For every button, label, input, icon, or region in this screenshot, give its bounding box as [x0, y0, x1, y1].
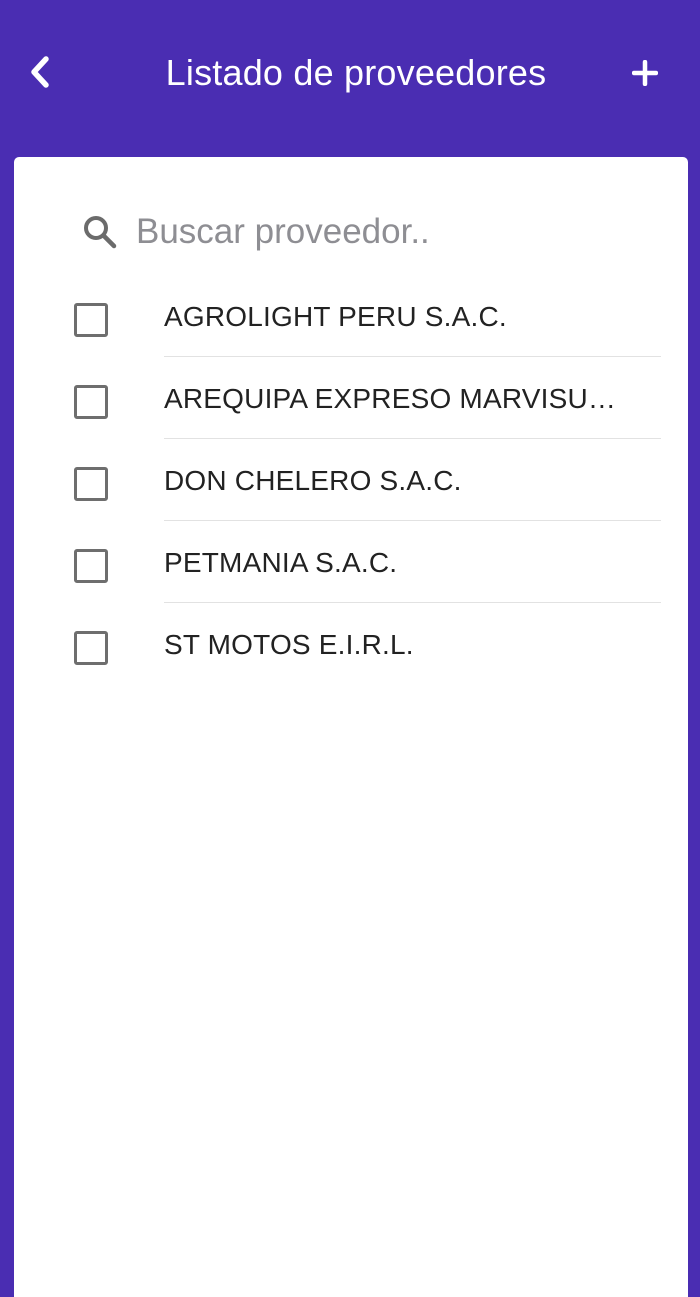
supplier-name: AREQUIPA EXPRESO MARVISUR …	[164, 383, 634, 414]
supplier-list: AGROLIGHT PERU S.A.C. AREQUIPA EXPRESO M…	[14, 275, 688, 685]
search-bar	[80, 207, 640, 257]
search-input[interactable]	[136, 212, 616, 252]
supplier-checkbox[interactable]	[74, 467, 108, 501]
supplier-checkbox[interactable]	[74, 385, 108, 419]
list-item[interactable]: ST MOTOS E.I.R.L.	[14, 603, 688, 685]
supplier-checkbox[interactable]	[74, 631, 108, 665]
app-bar: Listado de proveedores	[0, 0, 700, 157]
supplier-name: ST MOTOS E.I.R.L.	[164, 629, 414, 660]
page-title: Listado de proveedores	[165, 52, 547, 93]
supplier-name: DON CHELERO S.A.C.	[164, 465, 462, 496]
supplier-list-card: AGROLIGHT PERU S.A.C. AREQUIPA EXPRESO M…	[14, 157, 688, 1297]
list-item[interactable]: PETMANIA S.A.C.	[14, 521, 688, 603]
supplier-checkbox[interactable]	[74, 303, 108, 337]
list-item[interactable]: AGROLIGHT PERU S.A.C.	[14, 275, 688, 357]
search-icon	[80, 212, 120, 252]
list-item[interactable]: AREQUIPA EXPRESO MARVISUR …	[14, 357, 688, 439]
supplier-checkbox[interactable]	[74, 549, 108, 583]
supplier-name: PETMANIA S.A.C.	[164, 547, 398, 578]
add-supplier-button[interactable]	[622, 50, 668, 96]
supplier-name: AGROLIGHT PERU S.A.C.	[164, 301, 507, 332]
list-item[interactable]: DON CHELERO S.A.C.	[14, 439, 688, 521]
plus-icon	[632, 60, 658, 86]
